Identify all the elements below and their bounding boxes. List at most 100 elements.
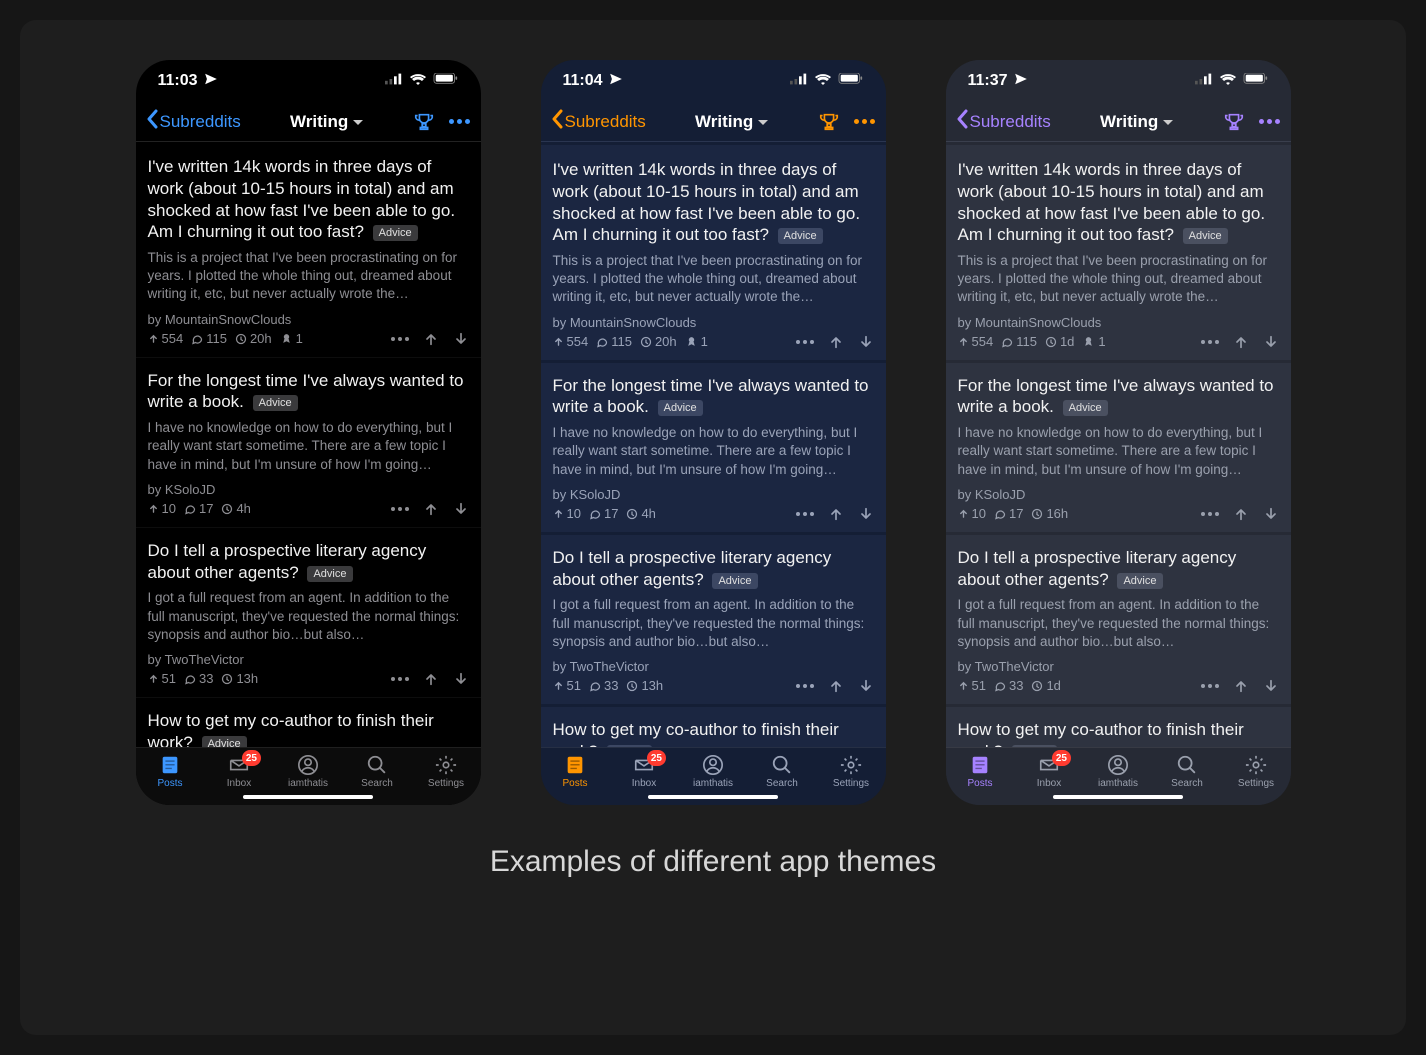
- trophy-icon[interactable]: [413, 111, 435, 133]
- back-button[interactable]: Subreddits: [551, 109, 646, 134]
- tab-iamthatis[interactable]: iamthatis: [681, 754, 745, 789]
- back-button[interactable]: Subreddits: [956, 109, 1051, 134]
- tab-inbox[interactable]: 25 Inbox: [1017, 754, 1081, 789]
- awards-stat: 1: [1082, 334, 1105, 349]
- inbox-badge: 25: [647, 750, 666, 766]
- tab-search[interactable]: Search: [1155, 754, 1219, 789]
- post-card[interactable]: I've written 14k words in three days of …: [946, 142, 1291, 360]
- tab-label: Inbox: [227, 778, 251, 789]
- post-excerpt: I got a full request from an agent. In a…: [553, 596, 874, 651]
- more-options-icon[interactable]: [449, 119, 470, 124]
- post-title: I've written 14k words in three days of …: [148, 156, 469, 243]
- upvote-button[interactable]: [828, 678, 844, 694]
- tab-iamthatis[interactable]: iamthatis: [1086, 754, 1150, 789]
- tab-settings[interactable]: Settings: [414, 754, 478, 789]
- upvote-button[interactable]: [423, 501, 439, 517]
- post-title: For the longest time I've always wanted …: [553, 375, 874, 419]
- back-button[interactable]: Subreddits: [146, 109, 241, 134]
- nav-title[interactable]: Writing: [695, 112, 769, 132]
- upvote-button[interactable]: [1233, 678, 1249, 694]
- more-icon[interactable]: [796, 512, 814, 516]
- post-byline: by KSoloJD: [148, 482, 469, 497]
- comments-stat: 17: [184, 501, 213, 516]
- more-icon[interactable]: [391, 507, 409, 511]
- downvote-button[interactable]: [453, 671, 469, 687]
- back-label: Subreddits: [970, 112, 1051, 132]
- age-stat: 1d: [1045, 334, 1074, 349]
- post-flair: Advice: [778, 228, 823, 244]
- tab-iamthatis[interactable]: iamthatis: [276, 754, 340, 789]
- tab-inbox[interactable]: 25 Inbox: [207, 754, 271, 789]
- post-title: How to get my co-author to finish their …: [958, 719, 1279, 747]
- tab-search[interactable]: Search: [345, 754, 409, 789]
- post-card[interactable]: Do I tell a prospective literary agency …: [136, 527, 481, 697]
- inbox-badge: 25: [242, 750, 261, 766]
- tab-posts[interactable]: Posts: [543, 754, 607, 789]
- post-stats: 51 33 13h: [553, 678, 664, 693]
- battery-icon: [838, 72, 864, 90]
- signal-icon: [1195, 72, 1213, 90]
- tab-posts[interactable]: Posts: [138, 754, 202, 789]
- trophy-icon[interactable]: [1223, 111, 1245, 133]
- post-feed[interactable]: I've written 14k words in three days of …: [136, 142, 481, 747]
- tab-settings[interactable]: Settings: [819, 754, 883, 789]
- post-card[interactable]: For the longest time I've always wanted …: [136, 357, 481, 527]
- nav-title[interactable]: Writing: [1100, 112, 1174, 132]
- more-options-icon[interactable]: [1259, 119, 1280, 124]
- post-flair: Advice: [253, 395, 298, 411]
- tab-label: Search: [361, 778, 393, 789]
- post-card[interactable]: I've written 14k words in three days of …: [541, 142, 886, 360]
- post-flair: Advice: [373, 225, 418, 241]
- downvote-button[interactable]: [453, 501, 469, 517]
- more-icon[interactable]: [1201, 512, 1219, 516]
- post-feed[interactable]: I've written 14k words in three days of …: [946, 142, 1291, 747]
- tab-inbox[interactable]: 25 Inbox: [612, 754, 676, 789]
- post-card[interactable]: Do I tell a prospective literary agency …: [541, 532, 886, 704]
- post-feed[interactable]: I've written 14k words in three days of …: [541, 142, 886, 747]
- more-icon[interactable]: [1201, 684, 1219, 688]
- upvote-button[interactable]: [423, 671, 439, 687]
- post-byline: by KSoloJD: [958, 487, 1279, 502]
- post-excerpt: This is a project that I've been procras…: [958, 252, 1279, 307]
- more-icon[interactable]: [391, 337, 409, 341]
- downvote-button[interactable]: [1263, 334, 1279, 350]
- nav-title[interactable]: Writing: [290, 112, 364, 132]
- age-stat: 16h: [1031, 506, 1068, 521]
- post-title: I've written 14k words in three days of …: [958, 159, 1279, 246]
- post-title: I've written 14k words in three days of …: [553, 159, 874, 246]
- downvote-button[interactable]: [453, 331, 469, 347]
- post-card[interactable]: How to get my co-author to finish their …: [946, 704, 1291, 747]
- downvote-button[interactable]: [1263, 506, 1279, 522]
- tab-posts[interactable]: Posts: [948, 754, 1012, 789]
- tab-label: Search: [1171, 778, 1203, 789]
- downvote-button[interactable]: [858, 506, 874, 522]
- post-card[interactable]: For the longest time I've always wanted …: [946, 360, 1291, 532]
- tab-settings[interactable]: Settings: [1224, 754, 1288, 789]
- tab-search[interactable]: Search: [750, 754, 814, 789]
- more-icon[interactable]: [796, 684, 814, 688]
- more-icon[interactable]: [1201, 340, 1219, 344]
- post-stats: 10 17 4h: [148, 501, 251, 516]
- upvote-button[interactable]: [1233, 334, 1249, 350]
- trophy-icon[interactable]: [818, 111, 840, 133]
- post-card[interactable]: How to get my co-author to finish their …: [136, 697, 481, 747]
- upvote-button[interactable]: [423, 331, 439, 347]
- more-icon[interactable]: [796, 340, 814, 344]
- more-icon[interactable]: [391, 677, 409, 681]
- downvote-button[interactable]: [1263, 678, 1279, 694]
- downvote-button[interactable]: [858, 678, 874, 694]
- more-options-icon[interactable]: [854, 119, 875, 124]
- upvote-button[interactable]: [1233, 506, 1249, 522]
- back-label: Subreddits: [565, 112, 646, 132]
- post-card[interactable]: Do I tell a prospective literary agency …: [946, 532, 1291, 704]
- post-card[interactable]: How to get my co-author to finish their …: [541, 704, 886, 747]
- age-stat: 20h: [640, 334, 677, 349]
- upvote-button[interactable]: [828, 334, 844, 350]
- post-card[interactable]: I've written 14k words in three days of …: [136, 142, 481, 357]
- upvote-button[interactable]: [828, 506, 844, 522]
- tab-label: Settings: [1238, 778, 1274, 789]
- downvote-button[interactable]: [858, 334, 874, 350]
- age-stat: 13h: [626, 678, 663, 693]
- post-card[interactable]: For the longest time I've always wanted …: [541, 360, 886, 532]
- score-stat: 10: [553, 506, 581, 521]
